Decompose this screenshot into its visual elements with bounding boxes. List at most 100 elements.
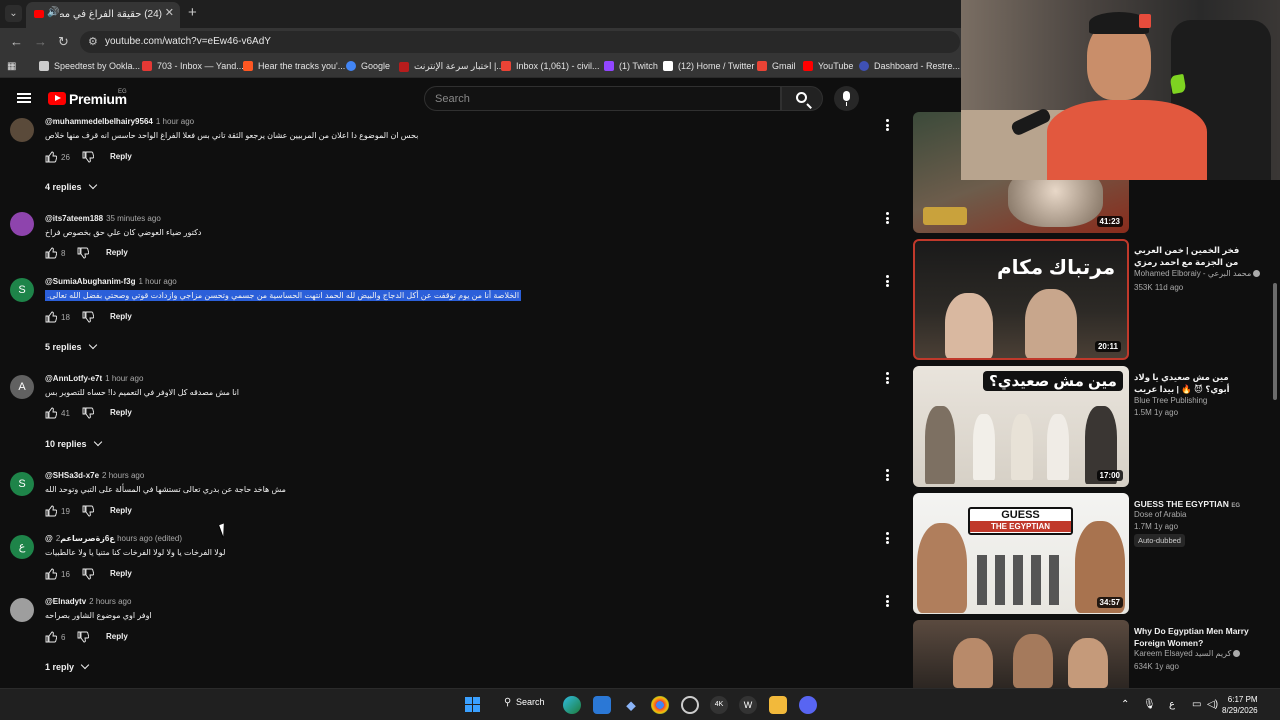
file-explorer-icon[interactable] xyxy=(769,696,787,714)
comment-author[interactable]: @SHSa3d-x7e xyxy=(45,471,99,480)
edge-icon[interactable] xyxy=(563,696,581,714)
bookmark-item[interactable]: Speedtest by Ookla... xyxy=(39,61,140,71)
volume-icon[interactable]: ◁) xyxy=(1207,699,1218,710)
comment-menu-icon[interactable] xyxy=(886,532,890,544)
mail-icon[interactable] xyxy=(593,696,611,714)
taskbar-search-button[interactable]: ⚲ Search xyxy=(496,695,548,715)
reply-button[interactable]: Reply xyxy=(110,408,132,417)
bookmark-item[interactable]: Gmail xyxy=(757,61,796,71)
avatar[interactable]: S xyxy=(10,472,34,496)
page-scrollbar-track[interactable] xyxy=(1271,118,1278,688)
comment-author[interactable]: @AnnLotfy-e7t xyxy=(45,374,102,383)
reload-icon[interactable]: ↻ xyxy=(58,34,69,50)
comment-author[interactable]: @Elnadytv xyxy=(45,597,86,606)
comment-author[interactable]: @its7ateem188 xyxy=(45,214,103,223)
comment-time[interactable]: 1 hour ago xyxy=(156,118,194,126)
tray-overflow-icon[interactable]: ⌃ xyxy=(1121,699,1129,710)
search-button[interactable] xyxy=(781,86,823,111)
comment-time[interactable]: 1 hour ago xyxy=(138,277,176,286)
address-bar[interactable]: ⚙ youtube.com/watch?v=eEw46-v6AdY xyxy=(80,31,960,53)
bookmark-item[interactable]: Inbox (1,061) - civil... xyxy=(501,61,600,71)
like-icon[interactable] xyxy=(45,311,58,323)
avatar[interactable]: S xyxy=(10,278,34,302)
page-scrollbar-thumb[interactable] xyxy=(1273,283,1277,400)
like-icon[interactable] xyxy=(45,407,58,419)
browser-tab-active[interactable]: 🔊 (24) حقيقة الفراغ في مصر- قبل ... ✕ xyxy=(26,2,180,28)
tab-search-button[interactable]: ⌄ xyxy=(5,5,22,22)
reply-button[interactable]: Reply xyxy=(106,248,128,257)
reply-button[interactable]: Reply xyxy=(110,152,132,161)
apps-grid-icon[interactable]: ▦ xyxy=(7,61,16,72)
dislike-icon[interactable] xyxy=(82,151,95,163)
tab-close-icon[interactable]: ✕ xyxy=(165,6,174,19)
forward-arrow-icon[interactable]: → xyxy=(34,34,47,49)
system-clock[interactable]: 6:17 PM 8/29/2026 xyxy=(1222,694,1258,716)
audio-playing-icon[interactable]: 🔊 xyxy=(47,7,59,18)
channel-name[interactable]: Blue Tree Publishing xyxy=(1134,396,1207,405)
sourcetree-icon[interactable]: ⬥ xyxy=(622,696,640,714)
video-title[interactable]: فخر الخمين | خمن العربي من الجزمة مع احم… xyxy=(1134,244,1254,268)
chrome-icon[interactable] xyxy=(651,696,669,714)
video-title[interactable]: Why Do Egyptian Men Marry Foreign Women? xyxy=(1134,625,1254,649)
comment-menu-icon[interactable] xyxy=(886,595,890,607)
reply-button[interactable]: Reply xyxy=(110,569,132,578)
obs-icon[interactable] xyxy=(681,696,699,714)
replies-toggle[interactable]: 1 reply xyxy=(45,660,90,672)
bookmark-item[interactable]: اختبار سرعة الإنترنت |... xyxy=(399,61,504,72)
comment-time[interactable]: 35 minutes ago xyxy=(106,214,161,223)
video-thumbnail[interactable] xyxy=(913,620,1129,688)
dislike-icon[interactable] xyxy=(82,505,95,517)
bookmark-item[interactable]: Google xyxy=(346,61,390,71)
comment-menu-icon[interactable] xyxy=(886,275,890,287)
replies-toggle[interactable]: 5 replies xyxy=(45,340,97,352)
comment-author[interactable]: @muhammedelbelhairy9564 xyxy=(45,118,153,126)
video-title[interactable]: مين مش صعيدي يا ولاد أبوي؟ 😈 🔥 | بيدا عر… xyxy=(1134,371,1254,395)
like-icon[interactable] xyxy=(45,568,58,580)
bookmark-item[interactable]: (1) Twitch xyxy=(604,61,658,71)
4k-downloader-icon[interactable]: 4K xyxy=(710,696,728,714)
menu-icon[interactable] xyxy=(17,93,31,103)
new-tab-icon[interactable]: + xyxy=(188,4,197,21)
back-arrow-icon[interactable]: ← xyxy=(10,34,23,49)
site-info-icon[interactable]: ⚙ xyxy=(88,35,98,48)
comment-time[interactable]: 1 hour ago xyxy=(105,374,143,383)
discord-icon[interactable] xyxy=(799,696,817,714)
youtube-logo-icon[interactable] xyxy=(48,92,66,105)
like-icon[interactable] xyxy=(45,631,58,643)
comment-menu-icon[interactable] xyxy=(886,372,890,384)
microphone-icon[interactable]: 🎙 xyxy=(1143,699,1156,710)
bookmark-item[interactable]: Hear the tracks you'... xyxy=(243,61,345,71)
wordpad-icon[interactable]: W xyxy=(739,696,757,714)
comment-time[interactable]: 2 hours ago xyxy=(102,471,144,480)
reply-button[interactable]: Reply xyxy=(106,632,128,641)
windows-start-icon[interactable] xyxy=(464,696,482,714)
avatar[interactable]: A xyxy=(10,375,34,399)
comment-menu-icon[interactable] xyxy=(886,469,890,481)
like-icon[interactable] xyxy=(45,151,58,163)
keyboard-language[interactable]: ع xyxy=(1169,699,1175,710)
video-thumbnail[interactable]: مرتباك مكام 20:11 xyxy=(913,239,1129,360)
dislike-icon[interactable] xyxy=(77,247,90,259)
search-box[interactable] xyxy=(424,86,781,111)
video-thumbnail[interactable]: GUESS THE EGYPTIAN 34:57 xyxy=(913,493,1129,614)
search-input[interactable] xyxy=(435,91,765,107)
dislike-icon[interactable] xyxy=(82,568,95,580)
avatar[interactable] xyxy=(10,598,34,622)
reply-button[interactable]: Reply xyxy=(110,312,132,321)
comment-author[interactable]: @SumiaAbughanim-f3g xyxy=(45,277,135,286)
channel-name[interactable]: Dose of Arabia xyxy=(1134,510,1186,519)
channel-name[interactable]: Mohamed Elboraiy - محمد البرعي xyxy=(1134,269,1261,278)
replies-toggle[interactable]: 4 replies xyxy=(45,180,97,192)
bookmark-item[interactable]: Dashboard - Restre... xyxy=(859,61,960,71)
network-icon[interactable]: ▭ xyxy=(1192,699,1201,710)
like-icon[interactable] xyxy=(45,247,58,259)
avatar[interactable] xyxy=(10,212,34,236)
avatar[interactable] xyxy=(10,118,34,142)
video-thumbnail[interactable]: مين مش صعيدي؟ 17:00 xyxy=(913,366,1129,487)
replies-toggle[interactable]: 10 replies xyxy=(45,437,102,449)
bookmark-item[interactable]: (12) Home / Twitter xyxy=(663,61,754,71)
bookmark-item[interactable]: YouTube xyxy=(803,61,853,71)
reply-button[interactable]: Reply xyxy=(110,506,132,515)
bookmark-item[interactable]: 703 - Inbox — Yand... xyxy=(142,61,244,71)
comment-time[interactable]: 2 hours ago xyxy=(89,597,131,606)
